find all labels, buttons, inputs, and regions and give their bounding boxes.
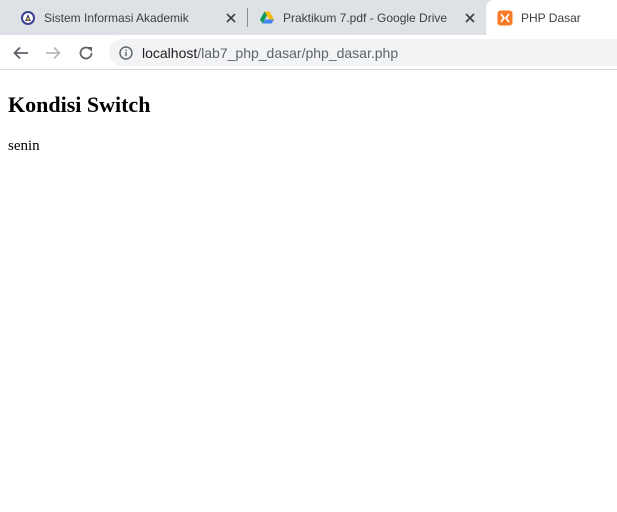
url-host: localhost [142, 44, 198, 61]
arrow-right-icon [46, 46, 61, 60]
back-button[interactable] [9, 41, 33, 65]
address-bar[interactable]: localhost/lab7_php_dasar/php_dasar.php [109, 39, 617, 66]
reload-icon [79, 46, 93, 60]
tab-title: PHP Dasar [521, 10, 581, 25]
tab-title: Sistem Informasi Akademik [44, 10, 189, 25]
tab-php-dasar[interactable]: PHP Dasar [486, 0, 617, 35]
url-path: /lab7_php_dasar/php_dasar.php [197, 44, 399, 61]
xampp-icon [497, 10, 513, 26]
arrow-left-icon [13, 46, 28, 60]
info-icon[interactable] [119, 45, 133, 60]
close-tab-icon[interactable] [462, 10, 478, 26]
url-text[interactable]: localhost/lab7_php_dasar/php_dasar.php [142, 45, 398, 61]
tab-google-drive[interactable]: Praktikum 7.pdf - Google Drive [248, 0, 486, 35]
tab-strip: Sistem Informasi Akademik Praktikum 7.pd… [0, 0, 617, 35]
close-tab-icon[interactable] [223, 10, 239, 26]
forward-button[interactable] [41, 41, 65, 65]
reload-button[interactable] [74, 41, 98, 65]
university-seal-icon [20, 10, 36, 26]
tab-sistem-informasi-akademik[interactable]: Sistem Informasi Akademik [0, 0, 247, 35]
page-content: Kondisi Switch senin [8, 71, 617, 512]
page-heading: Kondisi Switch [8, 92, 151, 117]
google-drive-icon [259, 10, 275, 26]
tab-title: Praktikum 7.pdf - Google Drive [283, 10, 448, 25]
browser-toolbar: localhost/lab7_php_dasar/php_dasar.php [0, 35, 617, 70]
switch-output: senin [8, 138, 40, 154]
